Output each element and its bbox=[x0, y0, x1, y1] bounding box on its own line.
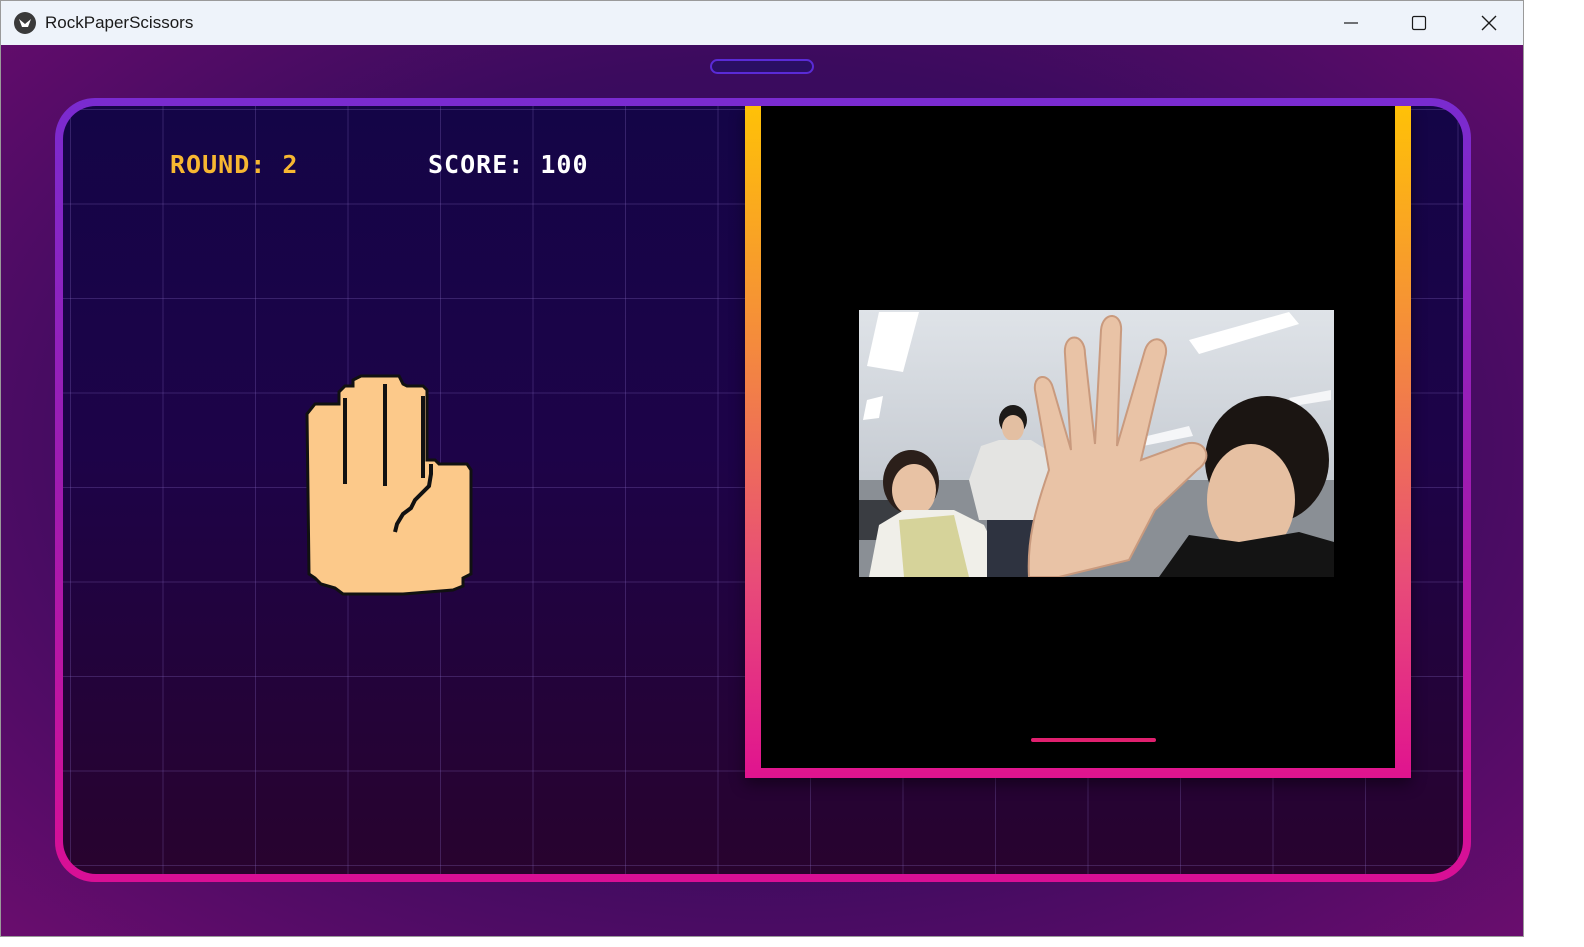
window-title: RockPaperScissors bbox=[45, 13, 194, 32]
score-counter: SCORE: 100 bbox=[428, 150, 589, 179]
webcam-feed bbox=[859, 310, 1334, 577]
maximize-button[interactable] bbox=[1385, 1, 1453, 45]
close-icon bbox=[1481, 15, 1497, 31]
game-board-inner: ROUND: 2 SCORE: 100 bbox=[63, 106, 1463, 874]
game-area: ROUND: 2 SCORE: 100 bbox=[1, 45, 1523, 936]
app-window: RockPaperScissors ROUND: 2 SCORE: 100 bbox=[0, 0, 1524, 937]
webcam-image bbox=[859, 310, 1334, 577]
close-button[interactable] bbox=[1455, 1, 1523, 45]
camera-frame bbox=[745, 106, 1411, 778]
camera-progress-bar bbox=[1031, 738, 1156, 742]
camera-screen bbox=[761, 106, 1395, 768]
top-handle bbox=[710, 59, 814, 74]
round-counter: ROUND: 2 bbox=[170, 150, 299, 179]
game-board: ROUND: 2 SCORE: 100 bbox=[55, 98, 1471, 882]
app-logo-icon bbox=[14, 12, 36, 34]
minimize-icon bbox=[1344, 22, 1358, 24]
minimize-button[interactable] bbox=[1317, 1, 1385, 45]
maximize-icon bbox=[1411, 15, 1427, 31]
paper-hand-icon bbox=[305, 374, 473, 596]
title-bar[interactable]: RockPaperScissors bbox=[1, 1, 1523, 45]
